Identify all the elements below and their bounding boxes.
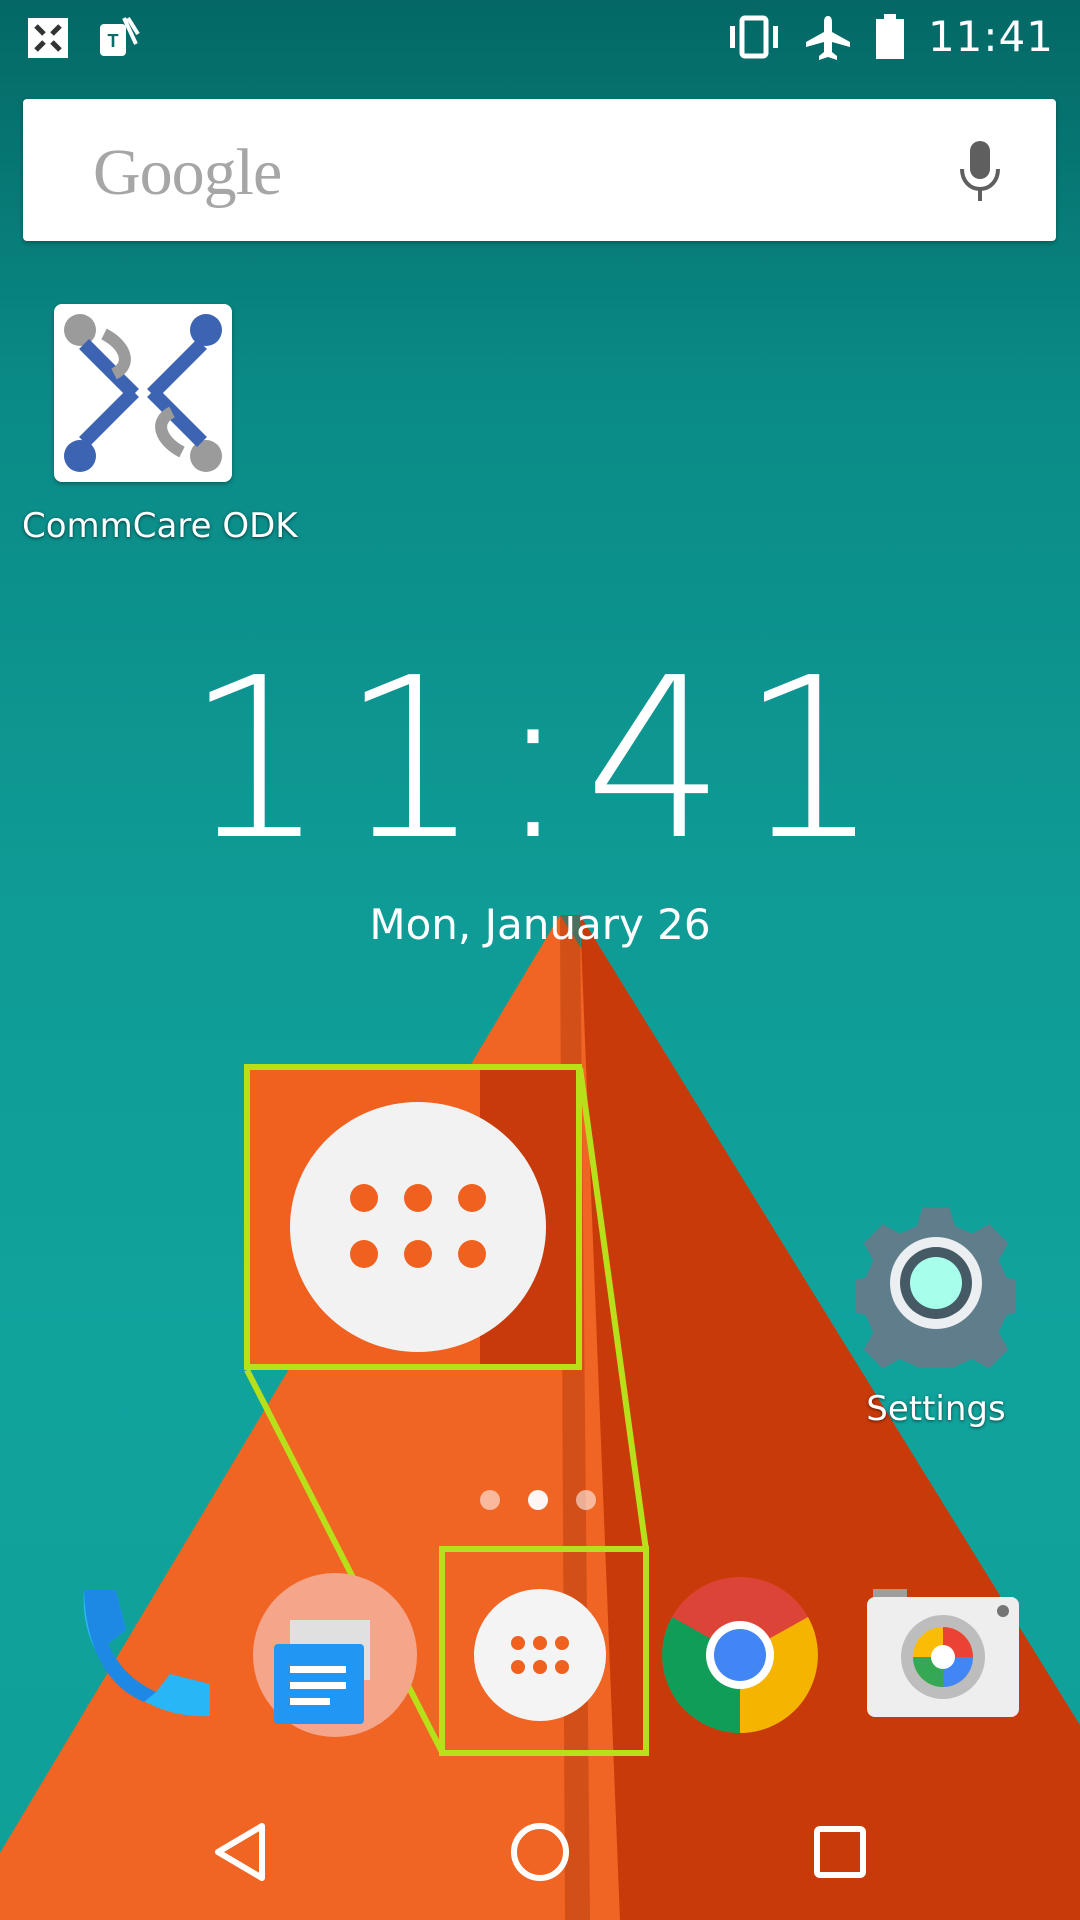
home-button[interactable] xyxy=(500,1812,580,1892)
messaging-icon xyxy=(253,1573,417,1737)
app-drawer-icon xyxy=(290,1102,546,1352)
dock-camera[interactable] xyxy=(858,1560,1028,1750)
dock-phone[interactable] xyxy=(52,1560,222,1750)
recents-button[interactable] xyxy=(800,1812,880,1892)
app-drawer-zoom-callout xyxy=(244,1064,582,1370)
page-dot xyxy=(480,1490,500,1510)
back-icon xyxy=(215,1823,265,1881)
page-indicator xyxy=(480,1490,596,1510)
page-dot xyxy=(576,1490,596,1510)
back-button[interactable] xyxy=(200,1812,280,1892)
home-icon xyxy=(511,1823,569,1881)
page-dot-active xyxy=(528,1490,548,1510)
recents-icon xyxy=(814,1826,866,1878)
app-drawer-highlight xyxy=(439,1546,649,1756)
dock-messaging[interactable] xyxy=(250,1560,420,1750)
home-screen: T 11:41 Google CommCare ODK 11:41 Mon, J… xyxy=(0,0,1080,1920)
phone-icon xyxy=(83,1590,210,1717)
camera-icon xyxy=(867,1589,1019,1717)
navigation-bar xyxy=(0,1770,1080,1920)
chrome-icon xyxy=(662,1577,818,1733)
dock-chrome[interactable] xyxy=(655,1560,825,1750)
